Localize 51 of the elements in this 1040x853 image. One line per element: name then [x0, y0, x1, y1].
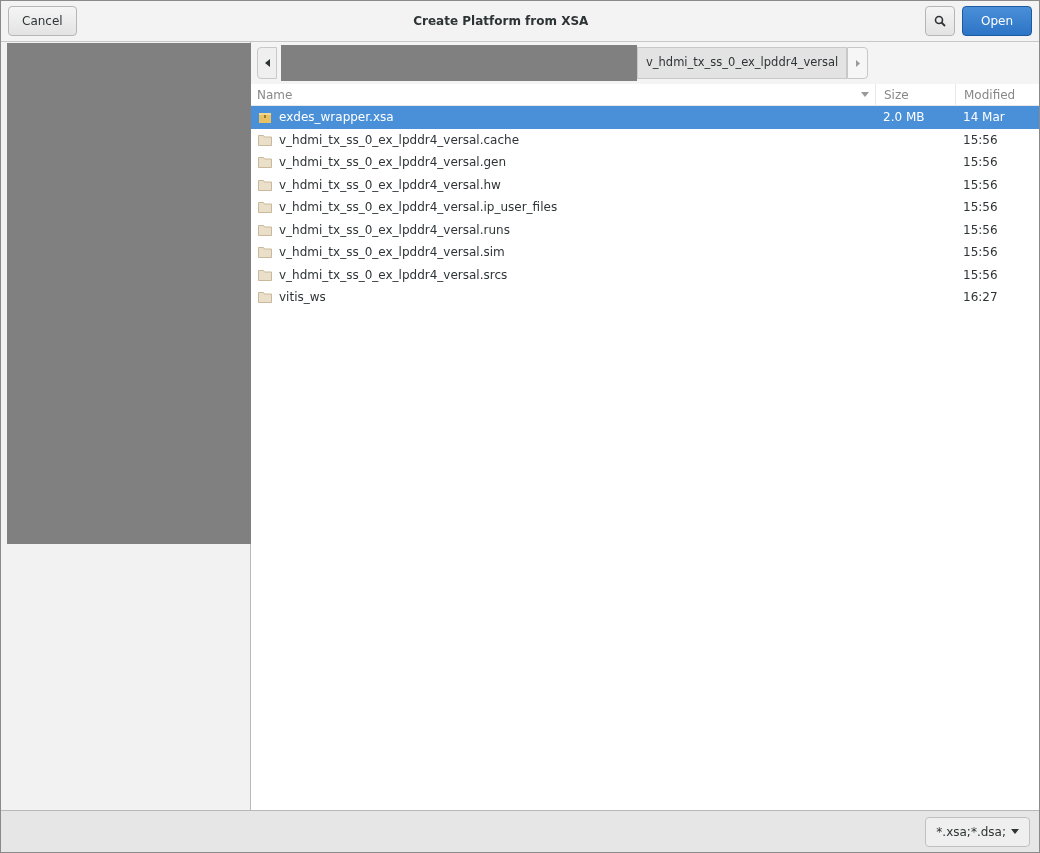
folder-icon: [258, 268, 272, 281]
file-row[interactable]: v_hdmi_tx_ss_0_ex_lpddr4_versal.sim 15:56: [251, 241, 1039, 264]
file-name: v_hdmi_tx_ss_0_ex_lpddr4_versal.srcs: [279, 266, 508, 284]
file-modified: 15:56: [963, 177, 998, 192]
sort-arrow-icon: [861, 92, 869, 97]
file-size: 2.0 MB: [883, 110, 925, 125]
file-name: v_hdmi_tx_ss_0_ex_lpddr4_versal.gen: [279, 154, 507, 172]
file-name: v_hdmi_tx_ss_0_ex_lpddr4_versal.ip_user_files: [279, 199, 558, 217]
file-row[interactable]: v_hdmi_tx_ss_0_ex_lpddr4_versal.cache 15:56: [251, 128, 1039, 151]
right-arrow-icon: [855, 59, 860, 67]
path-crumb[interactable]: v_hdmi_tx_ss_0_ex_lpddr4_versal: [637, 47, 848, 79]
file-modified: 15:56: [963, 200, 998, 215]
left-arrow-icon: [264, 59, 270, 67]
column-header[interactable]: Name: [257, 85, 293, 104]
caret-icon: [1011, 829, 1019, 834]
folder-icon: [258, 291, 272, 304]
file-row[interactable]: v_hdmi_tx_ss_0_ex_lpddr4_versal.srcs 15:56: [251, 263, 1039, 286]
folder-icon: [258, 246, 272, 259]
column-header[interactable]: Modified: [964, 85, 1016, 104]
back-button[interactable]: [257, 47, 277, 79]
window-title: Create Platform from XSA: [412, 13, 590, 30]
search-icon: [933, 15, 946, 27]
folder-icon: [258, 178, 272, 191]
file-modified: 15:56: [963, 155, 998, 170]
folder-icon: [258, 201, 272, 214]
file-modified: 15:56: [963, 132, 998, 147]
file-row[interactable]: v_hdmi_tx_ss_0_ex_lpddr4_versal.ip_user_files 15:56: [251, 196, 1039, 219]
file-name: v_hdmi_tx_ss_0_ex_lpddr4_versal.hw: [279, 176, 501, 194]
open-button[interactable]: Open: [961, 6, 1032, 36]
search-button[interactable]: [924, 6, 955, 36]
file-row[interactable]: v_hdmi_tx_ss_0_ex_lpddr4_versal.gen 15:56: [251, 151, 1039, 174]
file-modified: 15:56: [963, 245, 998, 260]
cancel-button[interactable]: Cancel: [8, 6, 77, 36]
file-modified: 15:56: [963, 222, 998, 237]
file-name: v_hdmi_tx_ss_0_ex_lpddr4_versal.cache: [279, 131, 520, 149]
file-name: v_hdmi_tx_ss_0_ex_lpddr4_versal.sim: [279, 244, 505, 262]
file-modified: 15:56: [963, 267, 998, 282]
file-modified: 16:27: [963, 290, 998, 305]
file-row[interactable]: v_hdmi_tx_ss_0_ex_lpddr4_versal.hw 15:56: [251, 173, 1039, 196]
file-row[interactable]: vitis_ws 16:27: [251, 286, 1039, 309]
file-row[interactable]: v_hdmi_tx_ss_0_ex_lpddr4_versal.runs 15:56: [251, 218, 1039, 241]
filter-dropdown[interactable]: *.xsa;*.dsa;: [925, 816, 1030, 847]
folder-icon: [258, 156, 272, 169]
archive-icon: [258, 111, 272, 124]
folder-icon: [258, 133, 272, 146]
column-header[interactable]: Size: [884, 85, 909, 104]
folder-icon: [258, 223, 272, 236]
file-name: v_hdmi_tx_ss_0_ex_lpddr4_versal.runs: [279, 221, 510, 239]
file-name: exdes_wrapper.xsa: [279, 109, 394, 127]
file-name: vitis_ws: [279, 289, 326, 307]
file-modified: 14 Mar: [963, 110, 1005, 125]
